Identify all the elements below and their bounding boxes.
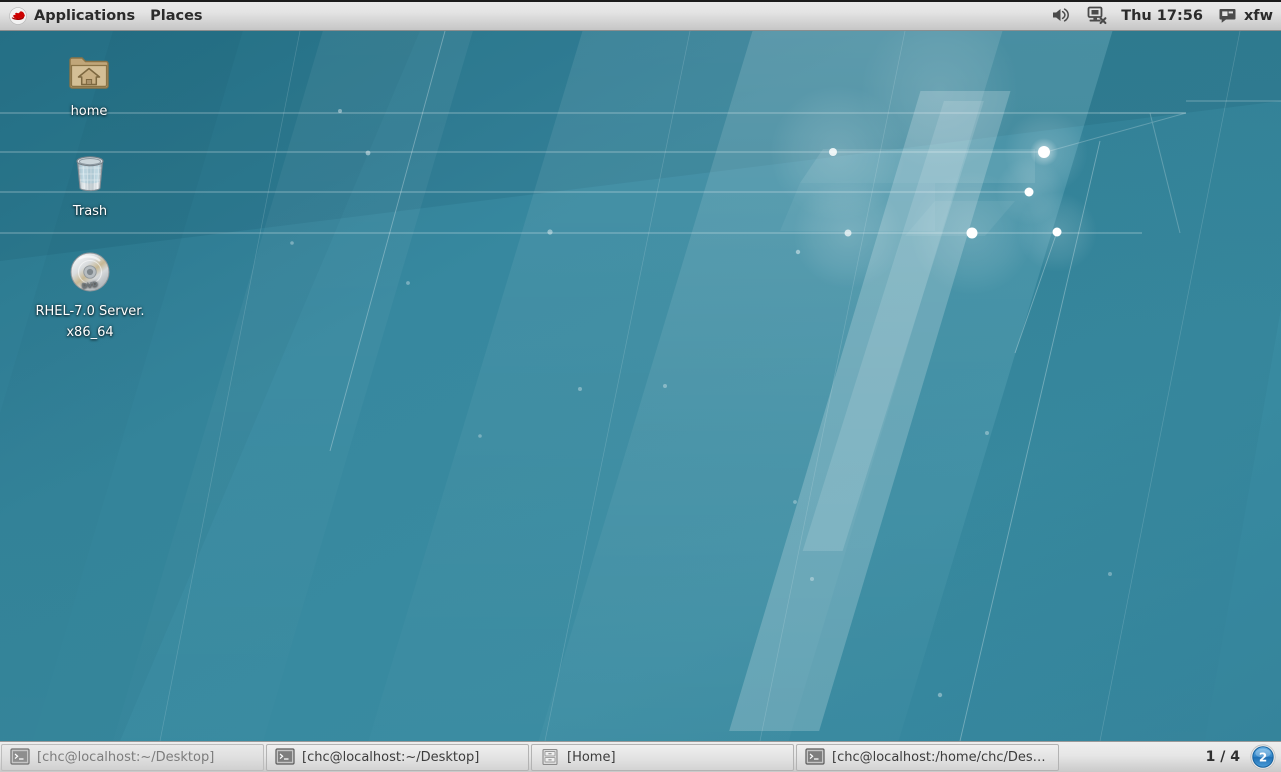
task-button-terminal-3-label: [chc@localhost:/home/chc/Desk...] [832,749,1050,765]
window-manager-indicator[interactable]: xfw [1213,5,1273,27]
desktop-screen: Applications Places Thu 17:56 xfw home T… [0,0,1281,772]
clock[interactable]: Thu 17:56 [1115,8,1213,24]
workspace-switcher-icon [1219,9,1236,23]
terminal-icon [275,748,295,765]
task-button-terminal-1[interactable]: [chc@localhost:~/Desktop] [1,743,264,771]
desktop-icon-rhel-dvd-label-line2: x86_64 [66,325,114,340]
taskbar: [chc@localhost:~/Desktop] [chc@localhost… [0,741,1281,772]
task-button-terminal-2[interactable]: [chc@localhost:~/Desktop] [266,743,529,771]
desktop-icon-trash-label: Trash [72,204,108,219]
trash-can-icon [76,156,104,192]
desktop-icon-rhel-dvd-label-line1: RHEL-7.0 Server. [35,304,145,319]
terminal-icon [805,748,825,765]
wallpaper-image [0,31,1281,741]
redhat-logo-icon [9,7,27,25]
task-button-home-filemanager[interactable]: [Home] [531,743,794,771]
desktop-icon-home[interactable]: home [34,48,144,122]
file-manager-icon [542,748,558,766]
applications-menu[interactable]: Applications [6,3,142,29]
top-panel-left: Applications Places [0,0,210,30]
task-button-terminal-3[interactable]: [chc@localhost:/home/chc/Desk...] [796,743,1059,771]
top-panel-tray: Thu 17:56 xfw [1043,0,1281,30]
terminal-icon [10,748,30,765]
dvd-disc-icon: DVD [70,252,110,292]
task-button-home-filemanager-label: [Home] [567,749,616,765]
workspace-indicator[interactable]: 1 / 4 [1206,749,1250,765]
top-panel: Applications Places Thu 17:56 xfw [0,0,1281,31]
places-menu-label: Places [150,8,203,24]
volume-icon[interactable] [1050,4,1072,26]
window-manager-label: xfw [1243,8,1273,24]
home-folder-icon [69,57,109,89]
desktop-icon-rhel-dvd[interactable]: DVD RHEL-7.0 Server. x86_64 [35,248,145,343]
desktop-icon-trash[interactable]: Trash [35,148,145,222]
desktop-icon-home-label: home [70,104,108,119]
task-button-terminal-2-label: [chc@localhost:~/Desktop] [302,749,480,765]
places-menu[interactable]: Places [142,3,209,29]
workspace-badge[interactable]: 2 [1250,744,1276,770]
network-disconnected-icon[interactable] [1086,4,1108,26]
applications-menu-label: Applications [34,8,136,24]
task-button-terminal-1-label: [chc@localhost:~/Desktop] [37,749,215,765]
desktop-area[interactable]: home Trash DVD RHEL-7.0 Server. x86_64 [0,31,1281,741]
workspace-badge-number: 2 [1259,751,1267,765]
